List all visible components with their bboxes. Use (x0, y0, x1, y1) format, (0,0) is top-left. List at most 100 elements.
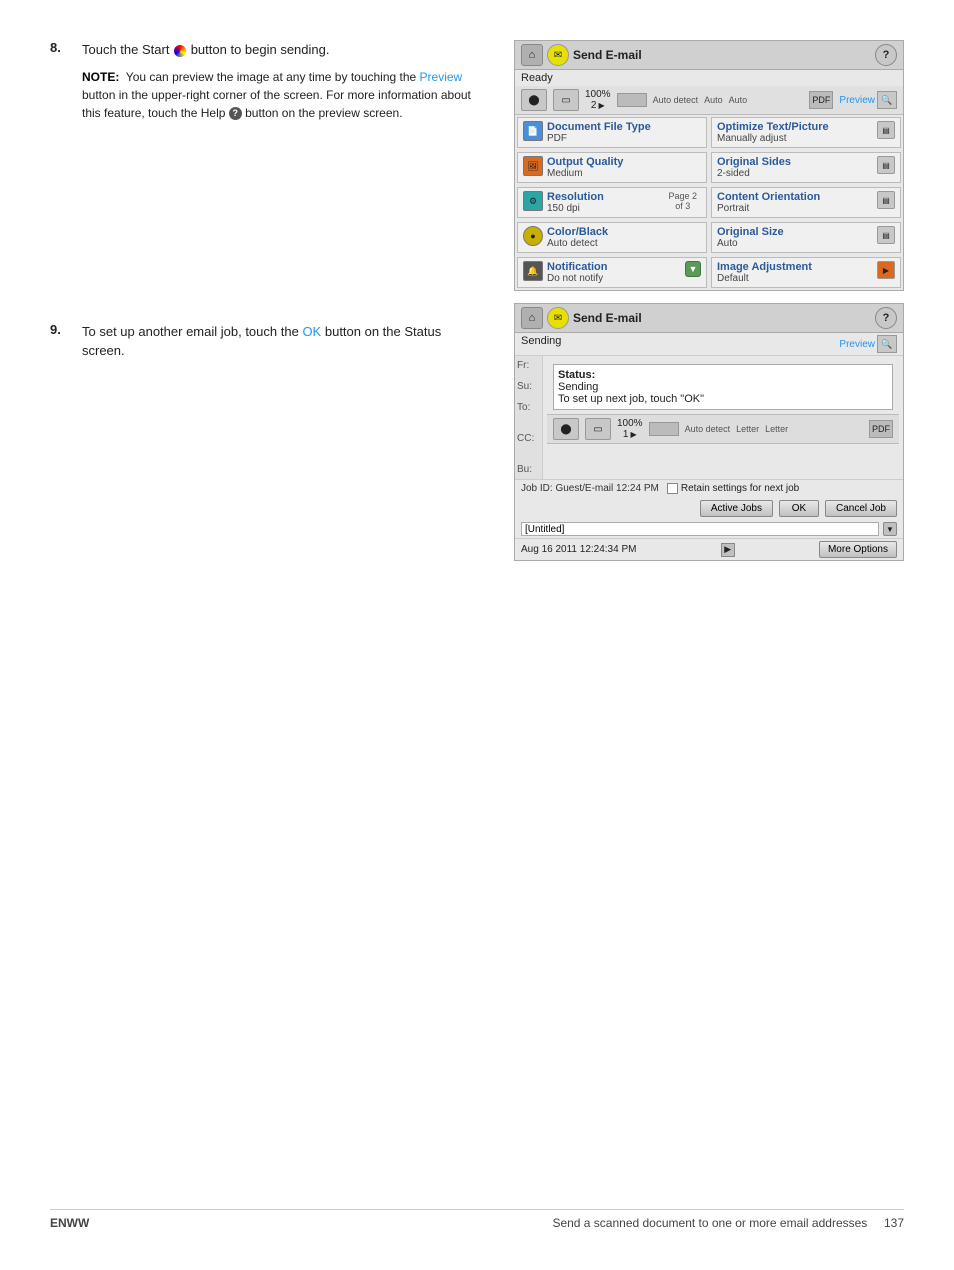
help-button-2[interactable]: ? (875, 307, 897, 329)
color-black-title: Color/Black (547, 226, 701, 238)
original-sides-icon: ▤ (877, 156, 895, 174)
zoom-percent: 100% (585, 89, 611, 100)
color-detect-icon-2[interactable]: ⬤ (553, 418, 579, 440)
resolution-title: Resolution (547, 191, 660, 203)
original-size-value: Auto (717, 238, 873, 249)
grid-image-adjustment[interactable]: Image Adjustment Default ▶ (711, 257, 901, 288)
step-8-number: 8. (50, 40, 70, 122)
content-orientation-value: Portrait (717, 203, 873, 214)
doc-file-type-icon: 📄 (523, 121, 543, 141)
zoom-percent-2: 100% (617, 418, 643, 429)
grid-color-black[interactable]: ● Color/Black Auto detect (517, 222, 707, 253)
original-size-icon: ▤ (877, 226, 895, 244)
slider-bar (617, 93, 647, 107)
scroll-down-button[interactable]: ▼ (883, 522, 897, 536)
color-black-value: Auto detect (547, 238, 701, 249)
job-row: Job ID: Guest/E-mail 12:24 PM Retain set… (515, 480, 903, 497)
panel-1-toolbar: ⬤ ▭ 100% 2 ▶ Auto detect Auto Auto (515, 86, 903, 115)
notification-value: Do not notify (547, 273, 681, 284)
original-size-title: Original Size (717, 226, 873, 238)
footer-enww: ENWW (50, 1216, 89, 1230)
status-instruction: To set up next job, touch "OK" (558, 393, 888, 405)
letter2-label: Letter (765, 424, 788, 434)
optimize-text-icon: ▤ (877, 121, 895, 139)
help-inline-icon: ? (229, 107, 242, 120)
more-options-button[interactable]: More Options (819, 541, 897, 558)
letter1-label: Letter (736, 424, 759, 434)
doc-size-icon[interactable]: ▭ (553, 89, 579, 111)
field-labels-panel: Fr: Su: To: CC: Bu: (515, 356, 543, 479)
home-button[interactable]: ⌂ (521, 44, 543, 66)
file-name-input[interactable] (521, 522, 879, 536)
panel-send-email-ready: ⌂ ✉ Send E-mail ? Ready ⬤ ▭ 100% 2 ▶ (514, 40, 904, 291)
status-info-box: Status: Sending To set up next job, touc… (553, 364, 893, 410)
action-buttons-row: Active Jobs OK Cancel Job (515, 497, 903, 520)
auto-detect-label-2: Auto detect (685, 424, 731, 434)
job-id-text: Job ID: Guest/E-mail 12:24 PM (521, 483, 659, 494)
page-dropdown-2[interactable]: 1 ▶ (623, 429, 637, 440)
timestamp-row: Aug 16 2011 12:24:34 PM ▶ More Options (515, 539, 903, 560)
grid-optimize-text[interactable]: Optimize Text/Picture Manually adjust ▤ (711, 117, 901, 148)
panel-1-title: Send E-mail (573, 48, 642, 62)
page-dropdown[interactable]: 2 ▶ (591, 100, 605, 111)
panel-1-status: Ready (515, 70, 903, 86)
image-adjustment-value: Default (717, 273, 873, 284)
step-8-text: Touch the Start button to begin sending. (82, 40, 484, 60)
slider-bar-2 (649, 422, 679, 436)
grid-content-orientation[interactable]: Content Orientation Portrait ▤ (711, 187, 901, 218)
grid-doc-file-type[interactable]: 📄 Document File Type PDF (517, 117, 707, 148)
panel-header-2: ⌂ ✉ Send E-mail ? (515, 304, 903, 333)
timestamp-icon[interactable]: ▶ (721, 543, 735, 557)
preview-button-2[interactable]: Preview 🔍 (839, 335, 897, 353)
pdf-thumb: PDF (809, 91, 833, 109)
notification-icon-grid: 🔔 (523, 261, 543, 281)
grid-output-quality[interactable]: 🖼 Output Quality Medium (517, 152, 707, 183)
output-quality-icon: 🖼 (523, 156, 543, 176)
auto-detect-label: Auto detect (653, 95, 699, 105)
step-8-note: NOTE: You can preview the image at any t… (82, 68, 484, 122)
grid-notification[interactable]: 🔔 Notification Do not notify ▼ (517, 257, 707, 288)
cc-label: CC: (517, 433, 540, 444)
preview-icon: 🔍 (877, 91, 897, 109)
active-jobs-button[interactable]: Active Jobs (700, 500, 773, 517)
doc-size-icon-2[interactable]: ▭ (585, 418, 611, 440)
image-adjustment-title: Image Adjustment (717, 261, 873, 273)
auto2-label: Auto (729, 95, 748, 105)
from-label: Fr: (517, 360, 540, 371)
content-orientation-title: Content Orientation (717, 191, 873, 203)
checkbox-element[interactable] (667, 483, 678, 494)
pdf-thumb-2: PDF (869, 420, 893, 438)
status-sending-value: Sending (558, 381, 888, 393)
notification-dropdown-icon[interactable]: ▼ (685, 261, 701, 277)
panel-1-grid: 📄 Document File Type PDF Optimize Text/P… (515, 115, 903, 290)
output-quality-title: Output Quality (547, 156, 701, 168)
optimize-text-title: Optimize Text/Picture (717, 121, 873, 133)
ok-button[interactable]: OK (779, 500, 819, 517)
file-name-row: ▼ (515, 520, 903, 539)
cancel-job-button[interactable]: Cancel Job (825, 500, 897, 517)
panel-2-title: Send E-mail (573, 311, 642, 325)
help-button-1[interactable]: ? (875, 44, 897, 66)
doc-file-type-value: PDF (547, 133, 701, 144)
sending-main-area: Status: Sending To set up next job, touc… (543, 356, 903, 479)
grid-original-sides[interactable]: Original Sides 2-sided ▤ (711, 152, 901, 183)
step-9-text: To set up another email job, touch the O… (82, 322, 484, 361)
grid-resolution[interactable]: ⚙ Resolution 150 dpi Page 2of 3 (517, 187, 707, 218)
step-9-number: 9. (50, 322, 70, 369)
output-quality-value: Medium (547, 168, 701, 179)
timestamp-text: Aug 16 2011 12:24:34 PM (521, 544, 636, 555)
resolution-icon: ⚙ (523, 191, 543, 211)
retain-checkbox[interactable]: Retain settings for next job (667, 483, 799, 494)
color-detect-icon[interactable]: ⬤ (521, 89, 547, 111)
page-footer: ENWW Send a scanned document to one or m… (50, 1209, 904, 1230)
doc-file-type-title: Document File Type (547, 121, 701, 133)
email-icon: ✉ (547, 44, 569, 66)
original-sides-value: 2-sided (717, 168, 873, 179)
grid-original-size[interactable]: Original Size Auto ▤ (711, 222, 901, 253)
auto1-label: Auto (704, 95, 723, 105)
start-button-icon (174, 45, 186, 57)
panel-send-email-sending: ⌂ ✉ Send E-mail ? Sending Preview 🔍 Fr: (514, 303, 904, 561)
home-button-2[interactable]: ⌂ (521, 307, 543, 329)
footer-description: Send a scanned document to one or more e… (552, 1216, 867, 1230)
preview-button[interactable]: Preview 🔍 (839, 91, 897, 109)
